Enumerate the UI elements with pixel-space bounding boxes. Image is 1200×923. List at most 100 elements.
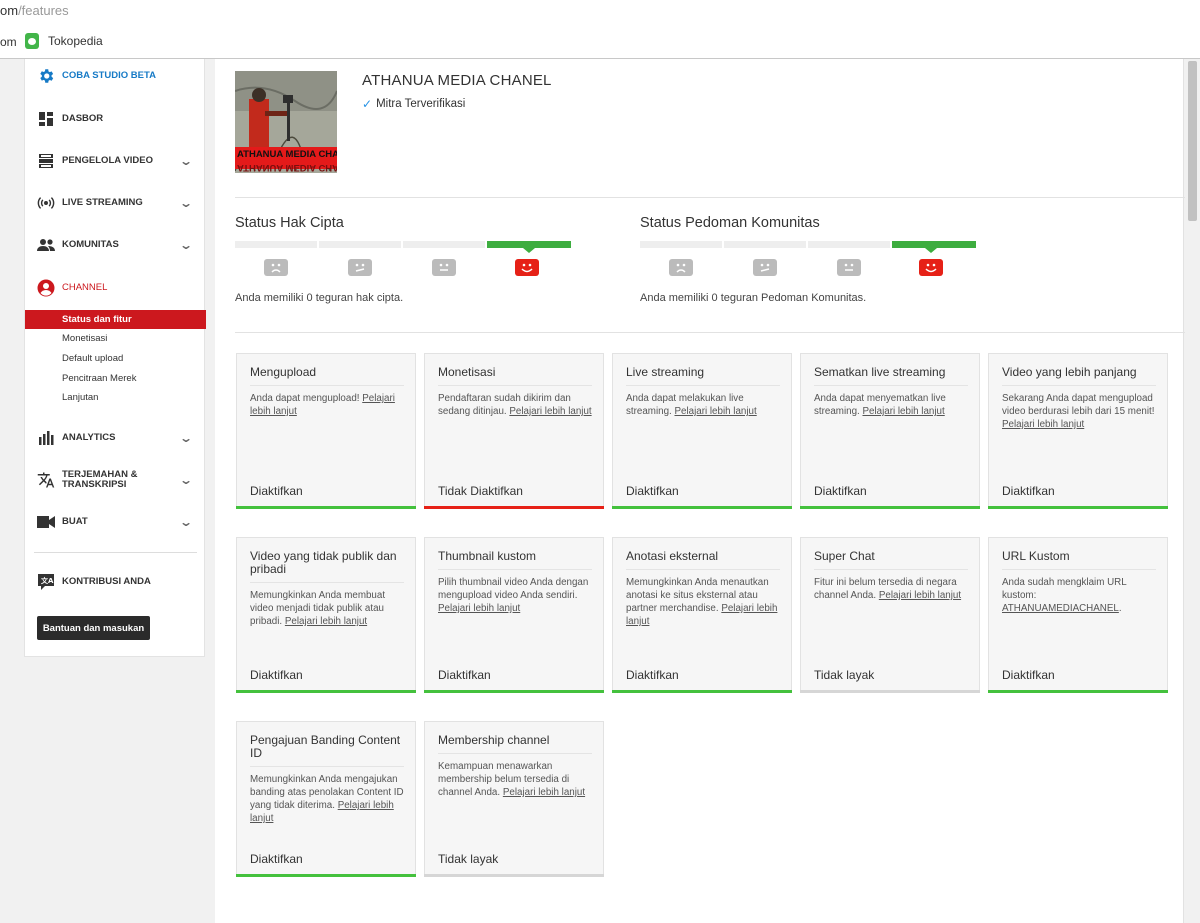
bookmarks-bar: om Tokopedia <box>0 28 1200 56</box>
checkmark-icon: ✓ <box>362 97 373 111</box>
learn-more-link[interactable]: Pelajari lebih lanjut <box>879 590 961 601</box>
feature-card-status: Diaktifkan <box>814 484 867 498</box>
feature-card-description: Anda sudah mengklaim URL kustom: ATHANUA… <box>1002 576 1158 615</box>
sidebar-item-studio-beta[interactable]: COBA STUDIO BETA <box>25 61 206 91</box>
thumbnail-caption-reflection: ATHANUA MEDIA CHANEL <box>237 162 337 173</box>
learn-more-link[interactable]: ATHANUAMEDIACHANEL <box>1002 603 1119 614</box>
sidebar-item-channel[interactable]: CHANNEL <box>25 273 206 303</box>
feature-card-status-bar <box>800 690 980 693</box>
happy-face-icon <box>515 259 539 276</box>
feature-card-description: Pendaftaran sudah dikirim dan sedang dit… <box>438 392 594 418</box>
chevron-down-icon[interactable]: ⌄ <box>179 473 193 487</box>
gear-icon <box>37 67 55 85</box>
feature-card-status-bar <box>800 506 980 509</box>
chevron-down-icon[interactable]: ⌄ <box>179 515 193 529</box>
feature-card-description: Memungkinkan Anda membuat video menjadi … <box>250 589 406 628</box>
community-icon <box>37 236 55 254</box>
scrollbar-thumb[interactable] <box>1188 61 1197 221</box>
community-strike-meter <box>640 241 976 253</box>
analytics-icon <box>37 429 55 447</box>
chevron-down-icon[interactable]: ⌄ <box>179 196 193 210</box>
meter-segment <box>235 241 317 248</box>
feature-card-desc-text: Anda dapat mengupload! <box>250 393 360 404</box>
unhappy-face-icon <box>348 259 372 276</box>
sidebar-item-kontribusi[interactable]: 文A KONTRIBUSI ANDA <box>25 567 206 597</box>
feature-card-desc-text: Sekarang Anda dapat mengupload video ber… <box>1002 393 1155 417</box>
feature-card-description: Memungkinkan Anda menautkan anotasi ke s… <box>626 576 782 628</box>
feature-card-title: Monetisasi <box>438 366 592 386</box>
feature-card: Super Chat Fitur ini belum tersedia di ne… <box>800 537 980 693</box>
feature-card: Video yang tidak publik dan pribadi Memun… <box>236 537 416 693</box>
feature-card-status-bar <box>424 506 604 509</box>
sidebar-item-live-streaming[interactable]: LIVE STREAMING ⌄ <box>25 188 206 218</box>
learn-more-link[interactable]: Pelajari lebih lanjut <box>1002 419 1084 430</box>
feature-card-desc-suffix: . <box>1118 603 1122 614</box>
pengelola-video-label: PENGELOLA VIDEO <box>62 155 153 166</box>
sidebar-subitem-lanjutan[interactable]: Lanjutan <box>25 388 206 407</box>
sidebar-item-dasbor[interactable]: DASBOR <box>25 104 206 134</box>
feature-card-description: Memungkinkan Anda mengajukan banding ata… <box>250 773 406 825</box>
feature-card-title: Video yang tidak publik dan pribadi <box>250 550 404 583</box>
sad-face-icon <box>669 259 693 276</box>
feature-card: Anotasi eksternal Memungkinkan Anda menau… <box>612 537 792 693</box>
feature-card-status: Diaktifkan <box>1002 484 1055 498</box>
dashboard-icon <box>37 110 55 128</box>
url-path: /features <box>18 3 69 18</box>
neutral-face-icon <box>837 259 861 276</box>
feature-card-title: Pengajuan Banding Content ID <box>250 734 404 767</box>
sidebar-item-terjemahan[interactable]: TERJEMAHAN & TRANSKRIPSI ⌄ <box>25 465 206 495</box>
feature-card-description: Anda dapat melakukan live streaming. Pel… <box>626 392 782 418</box>
feature-card: Video yang lebih panjang Sekarang Anda da… <box>988 353 1168 509</box>
sidebar-subitem-status-dan-fitur[interactable]: Status dan fitur <box>25 310 206 329</box>
feature-card-status: Diaktifkan <box>626 484 679 498</box>
feature-card-status: Diaktifkan <box>250 484 303 498</box>
learn-more-link[interactable]: Pelajari lebih lanjut <box>503 787 585 798</box>
chevron-down-icon[interactable]: ⌄ <box>179 238 193 252</box>
feature-card: Live streaming Anda dapat melakukan live … <box>612 353 792 509</box>
sidebar: COBA STUDIO BETA DASBOR PENGELOLA VIDEO … <box>24 59 206 657</box>
feature-card-desc-text: Pilih thumbnail video Anda dengan mengup… <box>438 577 589 601</box>
feature-card: Monetisasi Pendaftaran sudah dikirim dan … <box>424 353 604 509</box>
bookmark-tokopedia[interactable]: Tokopedia <box>25 33 103 49</box>
sidebar-subitem-default-upload[interactable]: Default upload <box>25 349 206 368</box>
sidebar-item-komunitas[interactable]: KOMUNITAS ⌄ <box>25 230 206 260</box>
sidebar-subitem-pencitraan-merek[interactable]: Pencitraan Merek <box>25 369 206 388</box>
chevron-down-icon[interactable]: ⌄ <box>179 431 193 445</box>
community-status-title: Status Pedoman Komunitas <box>640 215 820 231</box>
verified-label: Mitra Terverifikasi <box>376 98 466 110</box>
copyright-strike-meter <box>235 241 571 253</box>
contribution-icon: 文A <box>37 573 55 591</box>
happy-face-icon <box>919 259 943 276</box>
feature-card-title: Mengupload <box>250 366 404 386</box>
feature-card-status: Tidak layak <box>814 668 875 682</box>
meter-segment <box>640 241 722 248</box>
live-streaming-label: LIVE STREAMING <box>62 197 143 208</box>
help-feedback-button[interactable]: Bantuan dan masukan <box>37 616 150 640</box>
feature-card-status: Diaktifkan <box>1002 668 1055 682</box>
address-bar[interactable]: om/features <box>0 0 1200 24</box>
feature-card-title: Membership channel <box>438 734 592 754</box>
sidebar-item-buat[interactable]: BUAT ⌄ <box>25 507 206 537</box>
neutral-face-icon <box>432 259 456 276</box>
bookmark-partial[interactable]: om <box>0 35 17 49</box>
channel-thumbnail: ATHANUA MEDIA CHANEL ATHANUA MEDIA CHANE… <box>235 71 337 173</box>
learn-more-link[interactable]: Pelajari lebih lanjut <box>862 406 944 417</box>
scrollbar[interactable] <box>1183 59 1200 923</box>
learn-more-link[interactable]: Pelajari lebih lanjut <box>438 603 520 614</box>
sidebar-subitem-monetisasi[interactable]: Monetisasi <box>25 329 206 348</box>
learn-more-link[interactable]: Pelajari lebih lanjut <box>674 406 756 417</box>
sad-face-icon <box>264 259 288 276</box>
feature-card-status: Diaktifkan <box>438 668 491 682</box>
learn-more-link[interactable]: Pelajari lebih lanjut <box>509 406 591 417</box>
feature-card-status: Diaktifkan <box>250 668 303 682</box>
sidebar-item-analytics[interactable]: ANALYTICS ⌄ <box>25 423 206 453</box>
feature-card: Pengajuan Banding Content ID Memungkinkan… <box>236 721 416 877</box>
sidebar-item-pengelola-video[interactable]: PENGELOLA VIDEO ⌄ <box>25 146 206 176</box>
thumbnail-caption: ATHANUA MEDIA CHANEL <box>237 149 337 160</box>
feature-card-status-bar <box>988 690 1168 693</box>
feature-card-status: Tidak layak <box>438 852 499 866</box>
feature-card-status-bar <box>236 874 416 877</box>
learn-more-link[interactable]: Pelajari lebih lanjut <box>285 616 367 627</box>
chevron-down-icon[interactable]: ⌄ <box>179 154 193 168</box>
meter-segment-active <box>487 241 571 248</box>
